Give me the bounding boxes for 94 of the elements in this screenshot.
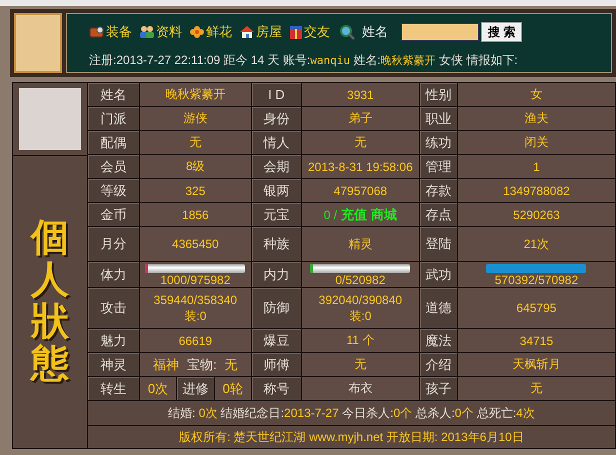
- field-value: 3931: [301, 82, 420, 106]
- house-icon: [239, 25, 255, 39]
- field-label: 攻击: [87, 288, 140, 328]
- field-value: 47957068: [301, 178, 420, 202]
- bar-reading: 570392/570982: [494, 273, 580, 287]
- field-value: 21次: [457, 226, 616, 262]
- registration-info: 注册:2013-7-27 22:11:09 距今 14 天 账号:wanqiu 姓名:晚秋紫繤开 女侠 情报如下:: [89, 52, 519, 69]
- search-icon: [339, 24, 355, 40]
- field-label: 体力: [87, 262, 140, 288]
- nav-link[interactable]: 资料: [139, 23, 182, 41]
- field-label: 师傅: [251, 352, 302, 376]
- field-label: 会员: [87, 154, 140, 178]
- field-label: 月分: [87, 226, 140, 262]
- field-value: 福神: [153, 356, 180, 372]
- nav-link[interactable]: 鲜花: [189, 23, 232, 41]
- bar-reading: 0/520982: [334, 273, 386, 287]
- field-label: 爆豆: [251, 328, 302, 352]
- field-value: 325: [139, 178, 252, 202]
- field-label: 武功: [419, 262, 458, 288]
- field-value: 34715: [457, 328, 616, 352]
- photo-placeholder: [18, 88, 81, 150]
- field-label: 种族: [251, 226, 302, 262]
- field-label: 介绍: [419, 352, 458, 376]
- field-value: 1349788082: [457, 178, 616, 202]
- avatar-portrait: [14, 13, 62, 73]
- search-label: 姓名: [362, 23, 388, 41]
- field-value: 无: [301, 130, 420, 154]
- field-label: 性别: [419, 82, 458, 106]
- field-label: 配偶: [87, 130, 140, 154]
- field-label: 孩子: [419, 376, 458, 400]
- box-icon: [89, 25, 105, 39]
- field-value: 11 个: [301, 328, 420, 352]
- field-value: 1: [457, 154, 616, 178]
- field-value: 晚秋紫繤开: [139, 82, 252, 106]
- currency-link[interactable]: 充值: [341, 206, 368, 222]
- field-label: 门派: [87, 106, 140, 130]
- field-value: 天枫斩月: [457, 352, 616, 376]
- field-label: 防御: [251, 288, 302, 328]
- field-label: 魔法: [419, 328, 458, 352]
- field-label: 等级: [87, 178, 140, 202]
- field-label: 存点: [419, 202, 458, 226]
- field-label: 神灵: [87, 352, 140, 376]
- field-label: 宝物:: [187, 356, 217, 372]
- field-label: I D: [251, 82, 302, 106]
- field-label: 称号: [251, 376, 302, 400]
- field-label: 道德: [419, 288, 458, 328]
- field-label: 元宝: [251, 202, 302, 226]
- field-value: 女: [457, 82, 616, 106]
- field-value: 66619: [139, 328, 252, 352]
- name-input-field[interactable]: [401, 23, 479, 41]
- field-value: 无: [139, 130, 252, 154]
- field-value: 645795: [457, 288, 616, 328]
- field-label: 银两: [251, 178, 302, 202]
- field-value: 弟子: [301, 106, 420, 130]
- field-label: 存款: [419, 178, 458, 202]
- field-value: 精灵: [301, 226, 420, 262]
- field-value: 5290263: [457, 202, 616, 226]
- flower-icon: [189, 25, 205, 39]
- people-icon: [139, 25, 155, 39]
- currency-link[interactable]: 商城: [371, 206, 398, 222]
- field-label: 情人: [251, 130, 302, 154]
- nav-link[interactable]: 房屋: [239, 23, 282, 41]
- field-value: 392040/390840 装:0: [301, 288, 420, 328]
- currency-amount: 0 /: [324, 208, 338, 222]
- field-value: 无: [301, 352, 420, 376]
- field-value: 2013-8-31 19:58:06: [301, 154, 420, 178]
- field-value: 闭关: [457, 130, 616, 154]
- field-value: 359440/358340 装:0: [139, 288, 252, 328]
- field-label: 魅力: [87, 328, 140, 352]
- field-label: 姓名: [87, 82, 140, 106]
- field-value: 4365450: [139, 226, 252, 262]
- field-label: 登陆: [419, 226, 458, 262]
- field-value: 布衣: [301, 376, 420, 400]
- field-label: 练功: [419, 130, 458, 154]
- field-label: 转生: [87, 376, 140, 400]
- field-label: 职业: [419, 106, 458, 130]
- field-value: 无: [224, 356, 238, 372]
- field-value: 游侠: [139, 106, 252, 130]
- page-title: 個人狀態: [30, 218, 69, 386]
- field-value: 1856: [139, 202, 252, 226]
- field-label: 身份: [251, 106, 302, 130]
- field-value: 无: [457, 376, 616, 400]
- field-label: 内力: [251, 262, 302, 288]
- field-label: 管理: [419, 154, 458, 178]
- field-label: 金币: [87, 202, 140, 226]
- field-label: 会期: [251, 154, 302, 178]
- gift-icon: [289, 24, 303, 40]
- search-button[interactable]: 搜 索: [481, 22, 522, 42]
- field-value: 8级: [139, 154, 252, 178]
- bar-reading: 1000/975982: [159, 273, 232, 287]
- field-value: 渔夫: [457, 106, 616, 130]
- field-label: 进修: [176, 377, 214, 400]
- nav-link[interactable]: 交友: [289, 23, 330, 41]
- nav-link[interactable]: 装备: [89, 23, 132, 41]
